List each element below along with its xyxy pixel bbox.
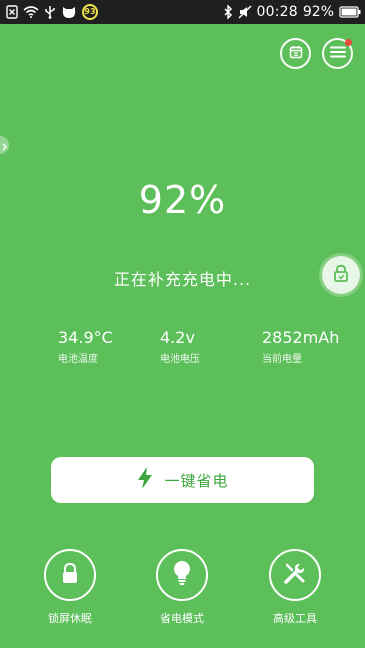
stat-value: 2852mAh xyxy=(262,328,340,347)
status-time: 00:28 xyxy=(256,4,298,20)
stat-battery-temperature: 34.9°C 电池温度 xyxy=(58,328,113,365)
bulb-icon xyxy=(172,560,192,590)
tool-label: 省电模式 xyxy=(160,612,204,625)
cat-icon xyxy=(61,6,77,19)
lightning-icon xyxy=(136,466,154,494)
tool-label: 高级工具 xyxy=(273,612,317,625)
status-battery-percent: 92% xyxy=(302,4,334,20)
side-drawer-handle[interactable] xyxy=(0,136,9,154)
wifi-icon xyxy=(23,6,39,18)
tool-lock-screen-sleep[interactable]: 锁屏休眠 xyxy=(35,549,105,626)
app-badge-icon: 93 xyxy=(82,4,98,20)
usb-icon xyxy=(44,5,56,19)
mute-icon xyxy=(237,5,252,19)
stat-current-capacity: 2852mAh 当前电量 xyxy=(262,328,339,365)
tool-circle xyxy=(156,549,208,601)
chevron-right-icon xyxy=(2,136,7,155)
battery-percent: 92% xyxy=(138,178,227,222)
tool-label: 锁屏休眠 xyxy=(48,612,92,625)
calendar-icon xyxy=(289,44,303,63)
tool-advanced-tools[interactable]: 高级工具 xyxy=(260,549,330,626)
tool-power-saving-mode[interactable]: 省电模式 xyxy=(147,549,217,626)
stat-label: 电池电压 xyxy=(160,354,200,365)
status-bar-right: 00:28 92% xyxy=(223,4,361,20)
status-bar: 93 00:28 92% xyxy=(0,0,365,24)
tool-circle xyxy=(44,549,96,601)
floating-lock-button[interactable] xyxy=(322,256,360,294)
battery-icon xyxy=(339,6,361,18)
notification-dot xyxy=(345,39,352,46)
hamburger-menu-icon xyxy=(329,44,346,63)
stat-label: 当前电量 xyxy=(262,354,302,365)
stat-label: 电池温度 xyxy=(58,354,98,365)
stat-battery-voltage: 4.2v 电池电压 xyxy=(160,328,200,365)
save-button-label: 一键省电 xyxy=(164,471,229,490)
calendar-button[interactable] xyxy=(280,38,311,69)
wrench-icon xyxy=(283,561,307,589)
stat-value: 4.2v xyxy=(160,328,195,347)
charging-status: 正在补充充电中... xyxy=(113,270,252,289)
tool-circle xyxy=(269,549,321,601)
menu-button[interactable] xyxy=(322,38,353,69)
status-bar-left: 93 xyxy=(6,4,98,20)
bluetooth-icon xyxy=(223,5,233,19)
lock-icon xyxy=(60,562,80,588)
lock-icon xyxy=(333,264,349,286)
one-key-save-button[interactable]: 一键省电 xyxy=(51,457,314,503)
sim-off-icon xyxy=(6,5,18,19)
stat-value: 34.9°C xyxy=(58,328,113,347)
